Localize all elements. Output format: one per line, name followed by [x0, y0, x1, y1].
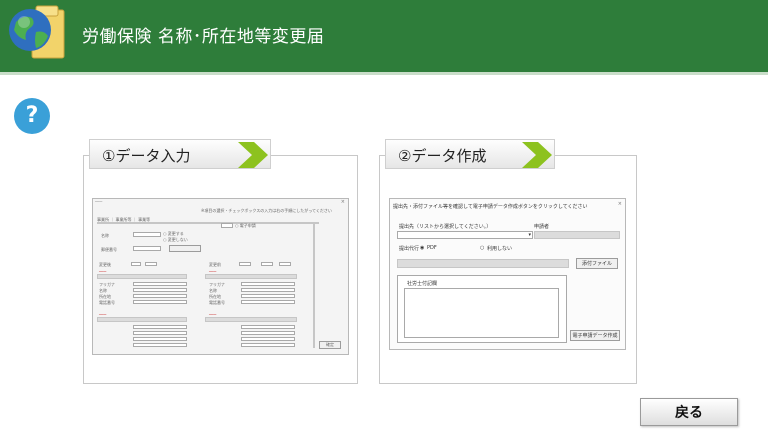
back-button[interactable]: 戻る: [640, 398, 738, 426]
mini1-in-r2: [241, 288, 295, 292]
help-button[interactable]: ?: [14, 98, 50, 134]
mini1-in-l4: [133, 300, 187, 304]
mini1-zip-l2: [145, 262, 157, 266]
mini1-in-l2: [133, 288, 187, 292]
mini1-gray-left-2: [97, 317, 187, 322]
mini1-label-zip: 郵便番号: [101, 247, 117, 252]
mini1-side-box: [221, 223, 233, 228]
mini2-radio-none: 利用しない: [487, 246, 513, 252]
mini1-phone-r: 電話番号: [209, 300, 225, 305]
mini1-option-b: ○ 変更しない: [163, 237, 188, 242]
mini1-in-r8: [241, 343, 295, 347]
chevron-right-icon: [522, 142, 552, 168]
mini1-gray-right-1: [205, 274, 297, 279]
step1-tab[interactable]: ①データ入力: [89, 139, 271, 169]
mini2-instruction: 提出先・添付ファイル等を確認して電子申請データ作成ボタンをクリックしてください: [393, 204, 588, 210]
mini2-radio-pdf: PDF: [427, 245, 437, 251]
mini1-in-r1: [241, 282, 295, 286]
mini2-applicant-field: [534, 231, 620, 239]
mini1-in-l6: [133, 331, 187, 335]
chevron-right-icon: [238, 142, 268, 168]
mini1-ok-button: 確定: [319, 341, 341, 349]
step1-label: ①データ入力: [102, 147, 191, 165]
mini1-title: ───: [95, 199, 103, 204]
step2-screenshot: 提出先・添付ファイル等を確認して電子申請データ作成ボタンをクリックしてください …: [389, 198, 626, 350]
mini1-in-l3: [133, 294, 187, 298]
radio-checked-icon: ◉: [420, 245, 425, 251]
mini1-section-left: 変更後: [99, 262, 111, 267]
mini2-attach-button: 添付ファイル: [576, 258, 618, 269]
mini2-dest-select: ▾: [397, 231, 533, 239]
mini1-in-r5: [241, 325, 295, 329]
mini1-in-r6: [241, 331, 295, 335]
mini1-input-a: [133, 232, 161, 237]
mini1-in-r7: [241, 337, 295, 341]
mini2-memo-label: 社労士付記欄: [407, 281, 438, 287]
mini1-in-l1: [133, 282, 187, 286]
mini1-tab-rule: [97, 222, 319, 224]
mini1-gray-right-2: [205, 317, 297, 322]
mini2-memo-textarea: [404, 288, 559, 338]
mini1-vrule: [313, 223, 315, 348]
mini1-in-l5: [133, 325, 187, 329]
mini1-section-right: 変更前: [209, 262, 221, 267]
mini1-label-name: 名称: [101, 233, 109, 238]
close-icon: ×: [340, 199, 345, 205]
mini1-input-zip: [133, 246, 161, 251]
step2-label: ②データ作成: [398, 147, 487, 165]
mini2-attach-label: 提出代行: [399, 246, 420, 252]
step2-tab[interactable]: ②データ作成: [385, 139, 555, 169]
mini2-attach-path: [397, 259, 569, 268]
mini1-gray-left-1: [97, 274, 187, 279]
header-divider: [0, 72, 768, 75]
mini1-in-l8: [133, 343, 187, 347]
mini2-memo-frame: 社労士付記欄: [397, 275, 567, 343]
mini2-dest-label: 提出先（リストから選択してください。）: [399, 224, 492, 230]
step1-screenshot: × ─── ※項目の選択・チェックボックスの入力は右の手順にしたがってください …: [92, 198, 349, 355]
mini1-side-note: ○ 電子申請: [235, 223, 256, 228]
chevron-down-icon: ▾: [528, 232, 531, 238]
page-title: 労働保険 名称･所在地等変更届: [82, 27, 325, 47]
app-header: 労働保険 名称･所在地等変更届: [0, 0, 768, 72]
mini1-in-r3: [241, 294, 295, 298]
mini1-note: ※項目の選択・チェックボックスの入力は右の手順にしたがってください: [201, 208, 332, 213]
globe-folder-icon: [9, 5, 65, 59]
mini1-zip-r3: [279, 262, 291, 266]
mini2-create-button: 電子申請データ作成: [570, 330, 620, 341]
close-icon: ×: [617, 201, 622, 207]
radio-unchecked-icon: ○: [480, 245, 485, 251]
mini1-in-r4: [241, 300, 295, 304]
mini1-zip-r2: [261, 262, 273, 266]
mini2-applicant-label: 申請者: [534, 224, 550, 230]
mini1-in-l7: [133, 337, 187, 341]
mini1-phone-l: 電話番号: [99, 300, 115, 305]
mini1-zip-r1: [239, 262, 251, 266]
mini1-search-btn: [169, 245, 201, 252]
mini1-zip-l1: [131, 262, 141, 266]
